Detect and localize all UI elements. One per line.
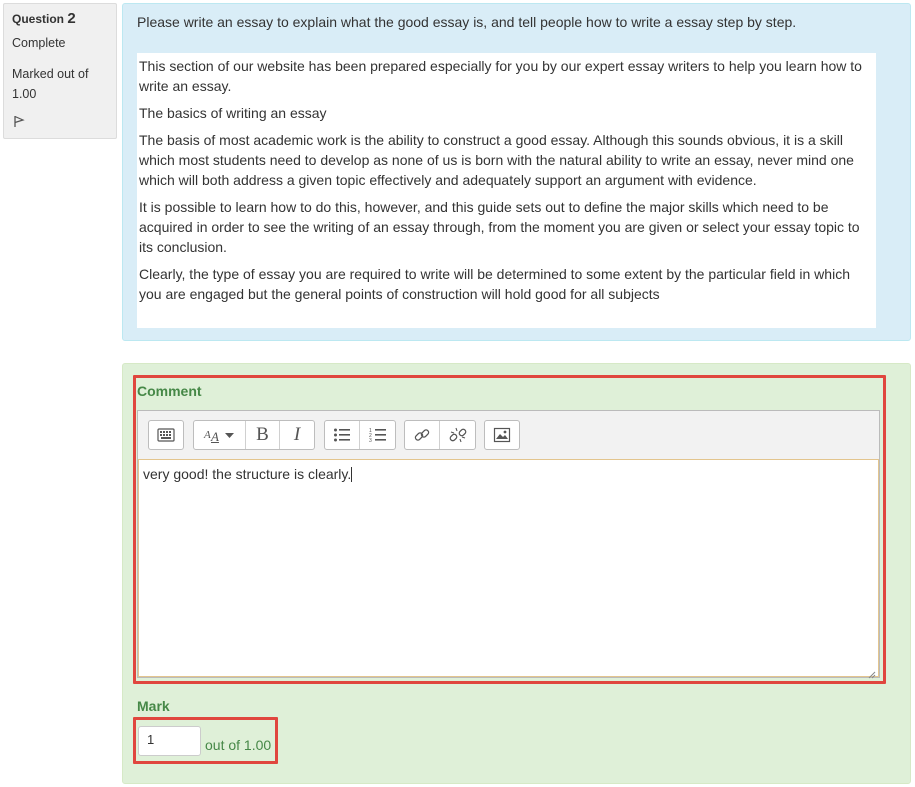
- student-answer: This section of our website has been pre…: [137, 53, 876, 328]
- question-info: Question 2 Complete Marked out of 1.00: [3, 3, 117, 139]
- toolbar-group-lists: 1 2 3: [324, 420, 396, 450]
- mark-out-of: out of 1.00: [205, 737, 272, 753]
- svg-text:3: 3: [369, 438, 372, 443]
- comment-area: Comment A A B I 1 2 3 very good! the str…: [122, 363, 911, 784]
- question-state: Complete: [12, 36, 66, 50]
- svg-text:A: A: [210, 429, 219, 443]
- toolbar-group-format: A A B I: [193, 420, 315, 450]
- svg-text:A: A: [203, 429, 211, 441]
- comment-textarea[interactable]: very good! the structure is clearly.: [138, 459, 879, 679]
- mark-input[interactable]: 1: [138, 726, 201, 756]
- image-icon[interactable]: [485, 421, 519, 449]
- keyboard-toggle-icon[interactable]: [149, 421, 183, 449]
- unlink-icon[interactable]: [440, 421, 475, 449]
- answer-paragraph: The basis of most academic work is the a…: [139, 132, 854, 188]
- comment-label: Comment: [137, 383, 202, 399]
- toolbar-group-media: [484, 420, 520, 450]
- ordered-list-icon[interactable]: 1 2 3: [360, 421, 395, 449]
- link-icon[interactable]: [405, 421, 440, 449]
- font-size-icon[interactable]: A A: [194, 421, 246, 449]
- unordered-list-icon[interactable]: [325, 421, 360, 449]
- grade-line-2: 1.00: [12, 87, 37, 101]
- answer-paragraph: Clearly, the type of essay you are requi…: [139, 266, 850, 302]
- toolbar-group-toggle: [148, 420, 184, 450]
- flag-icon[interactable]: [12, 114, 26, 128]
- resize-handle-icon[interactable]: [868, 666, 876, 679]
- toolbar-group-links: [404, 420, 476, 450]
- question-label: Question: [12, 12, 65, 26]
- question-grade: Marked out of 1.00: [12, 64, 108, 104]
- editor-toolbar: A A B I 1 2 3: [138, 411, 879, 459]
- bold-button[interactable]: B: [246, 421, 280, 449]
- comment-editor: A A B I 1 2 3 very good! the structure i…: [137, 410, 880, 679]
- question-text: Please write an essay to explain what th…: [137, 14, 797, 30]
- question-formulation: Please write an essay to explain what th…: [122, 3, 911, 341]
- question-number: Question 2: [12, 10, 108, 27]
- answer-paragraph: It is possible to learn how to do this, …: [139, 199, 860, 255]
- italic-button[interactable]: I: [280, 421, 314, 449]
- comment-text: very good! the structure is clearly.: [143, 466, 352, 482]
- grade-line-1: Marked out of: [12, 67, 89, 81]
- answer-paragraph: The basics of writing an essay: [139, 105, 327, 121]
- text-caret: [351, 467, 353, 482]
- mark-label: Mark: [137, 698, 170, 714]
- answer-paragraph: This section of our website has been pre…: [139, 58, 862, 94]
- question-number-value: 2: [67, 10, 76, 27]
